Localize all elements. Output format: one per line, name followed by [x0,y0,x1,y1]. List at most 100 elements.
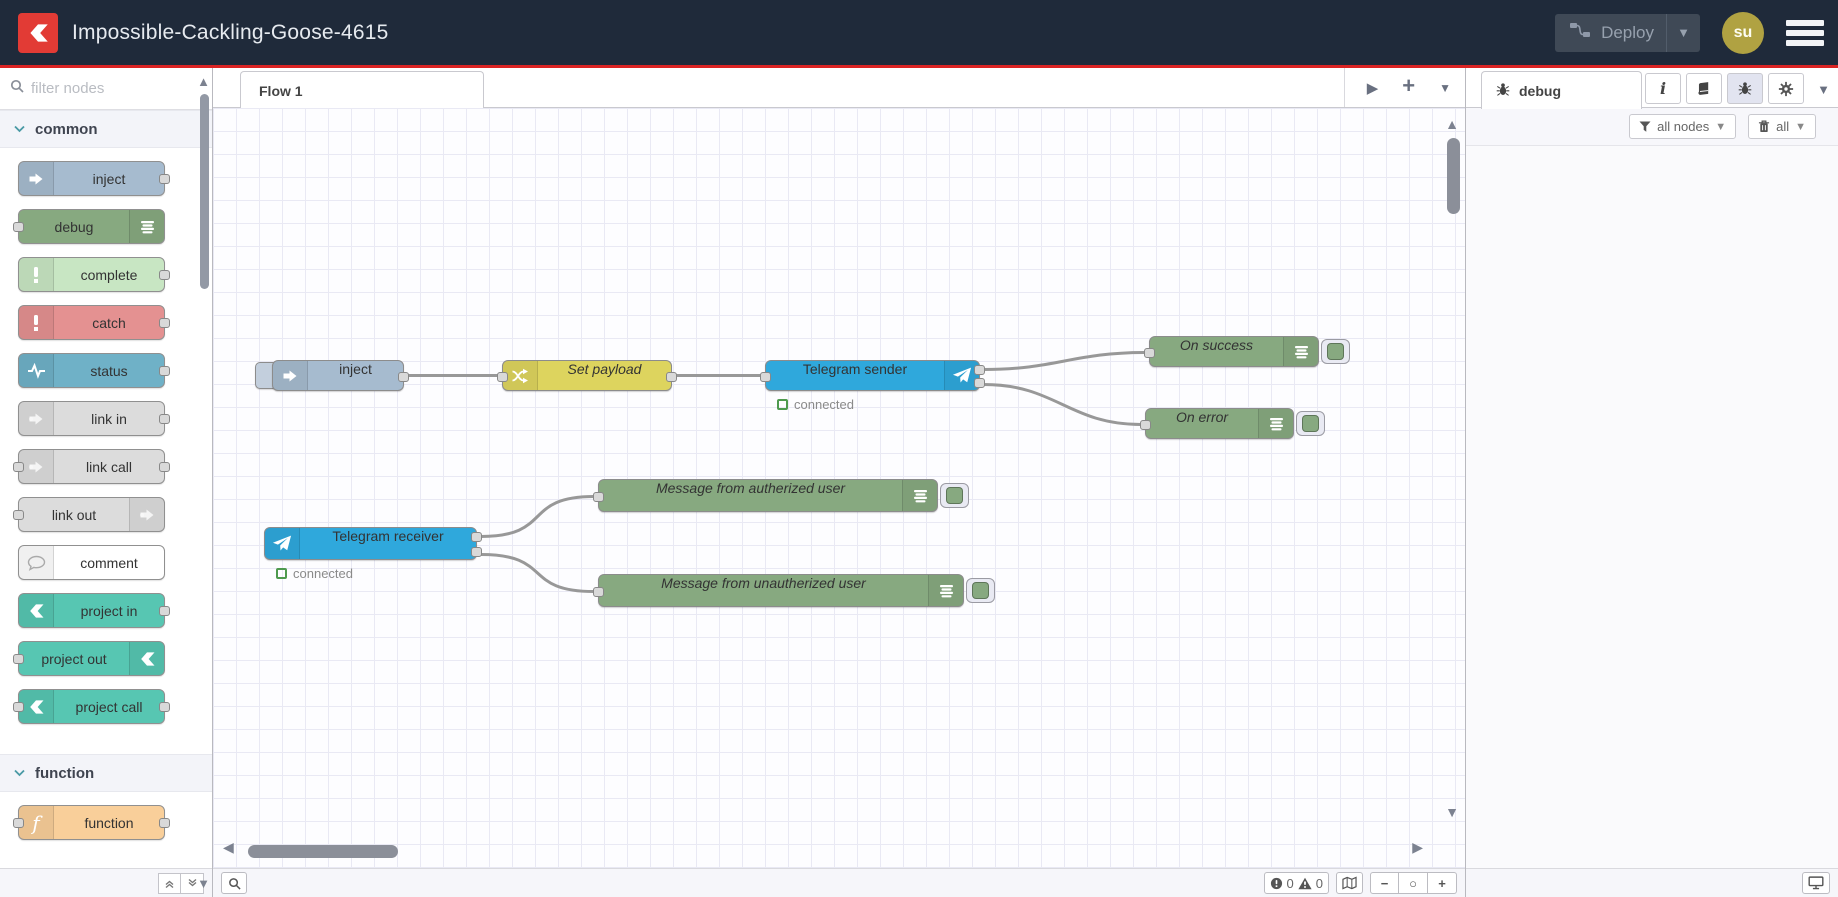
canvas-scroll-right-arrow[interactable]: ▶ [1412,839,1423,856]
flow-node-on-success[interactable]: On success [1144,336,1319,367]
debug-filter-button[interactable]: all nodes ▼ [1629,114,1737,139]
node-input-port[interactable] [497,371,508,382]
node-output-port[interactable] [159,366,170,376]
palette-node-project-out[interactable]: project out [13,641,165,676]
flow-node-label: On error [1175,409,1229,425]
debug-enable-toggle[interactable] [940,483,969,508]
node-output-port[interactable] [159,818,170,828]
flow-list-caret-button[interactable]: ▼ [1439,81,1451,95]
node-input-port[interactable] [760,371,771,382]
palette-node-label: link in [91,410,127,427]
flow-node-msg-unauth[interactable]: Message from unautherized user [593,574,964,607]
palette-scroll-up-arrow[interactable]: ▲ [197,74,210,89]
node-red-editor: Impossible-Cackling-Goose-4615 Deploy ▼ … [0,0,1838,897]
debug-sidebar-button[interactable] [1727,73,1763,104]
node-output-port[interactable] [159,270,170,280]
debug-clear-button[interactable]: all ▼ [1748,114,1816,139]
debug-enable-toggle[interactable] [1321,339,1350,364]
node-output-port[interactable] [159,462,170,472]
collapse-all-categories-button[interactable] [158,872,181,894]
flow-issues-badge[interactable]: 0 0 [1263,872,1329,894]
palette-node-complete[interactable]: complete [18,257,170,292]
canvas-scroll-up-arrow[interactable]: ▲ [1445,116,1459,132]
node-input-port[interactable] [593,491,604,502]
flow-node-on-error[interactable]: On error [1140,408,1294,439]
flow-wire[interactable] [479,553,596,593]
category-header-common[interactable]: common [0,110,212,148]
palette-node-function[interactable]: f function [13,805,170,840]
node-input-port[interactable] [13,702,24,712]
palette-node-project-call[interactable]: project call [13,689,170,724]
palette-node-label: link call [86,458,132,475]
user-avatar[interactable]: su [1722,11,1764,54]
node-output-port[interactable] [159,702,170,712]
node-output-port-1[interactable] [974,365,985,375]
search-icon [10,79,24,98]
node-output-port-2[interactable] [471,547,482,557]
debug-enable-toggle[interactable] [966,578,995,603]
flow-node-set-payload[interactable]: Set payload [497,360,677,391]
tab-debug[interactable]: debug [1481,71,1642,109]
node-input-port[interactable] [13,818,24,828]
plane-icon [265,528,300,559]
flow-node-msg-auth[interactable]: Message from autherized user [593,479,938,512]
open-debug-window-button[interactable] [1802,872,1830,894]
zoom-in-button[interactable]: + [1428,872,1457,894]
palette-scrollbar-thumb[interactable] [200,94,209,289]
node-input-port[interactable] [13,462,24,472]
palette-node-link-call[interactable]: link call [13,449,170,484]
palette-node-comment[interactable]: comment [18,545,165,580]
node-output-port[interactable] [159,174,170,184]
zoom-reset-button[interactable]: ○ [1399,872,1428,894]
navigator-toggle-button[interactable] [1336,872,1363,894]
config-gear-button[interactable] [1768,73,1804,104]
tab-scroll-right-button[interactable]: ▶ [1367,79,1379,97]
tab-flow-1[interactable]: Flow 1 [240,71,484,109]
palette-filter-input[interactable] [31,80,171,97]
flow-wire[interactable] [982,383,1143,426]
flow-node-telegram-sender[interactable]: Telegram sender [760,360,985,391]
node-input-port[interactable] [593,586,604,597]
flow-node-telegram-receiver[interactable]: Telegram receiver [264,527,482,560]
canvas-scroll-left-arrow[interactable]: ◀ [223,839,234,856]
node-output-port[interactable] [398,371,409,382]
info-sidebar-button[interactable]: i [1645,73,1681,104]
help-book-button[interactable] [1686,73,1722,104]
right-sidebar: debug i ▼ all nodes ▼ all ▼ [1465,68,1838,897]
node-input-port[interactable] [13,510,24,520]
flow-canvas[interactable]: ▲ ▼ ◀ ▶ inject Set payload Telegram sender… [213,108,1465,868]
palette-node-catch[interactable]: catch [18,305,170,340]
palette-scroll-down-arrow[interactable]: ▼ [197,876,210,891]
palette-node-status[interactable]: status [18,353,170,388]
canvas-scroll-down-arrow[interactable]: ▼ [1445,804,1459,820]
canvas-horizontal-scrollbar-thumb[interactable] [248,845,398,858]
palette-node-link-out[interactable]: link out [13,497,165,532]
flow-wire[interactable] [479,495,596,538]
deploy-button[interactable]: Deploy ▼ [1555,13,1700,52]
flow-wire[interactable] [982,351,1147,371]
node-output-port-1[interactable] [471,532,482,542]
node-output-port[interactable] [159,318,170,328]
node-output-port[interactable] [159,414,170,424]
add-flow-button[interactable]: + [1402,73,1415,99]
zoom-out-button[interactable]: − [1370,872,1399,894]
node-output-port[interactable] [666,371,677,382]
palette-node-debug[interactable]: debug [13,209,165,244]
palette-node-link-in[interactable]: link in [18,401,170,436]
node-input-port[interactable] [13,222,24,232]
flow-node-inject[interactable]: inject [272,360,409,391]
sidebar-tabs-caret-button[interactable]: ▼ [1817,82,1830,97]
node-output-port-2[interactable] [974,378,985,388]
main-menu-button[interactable] [1786,18,1824,48]
palette-node-inject[interactable]: inject [18,161,170,196]
canvas-vertical-scrollbar-thumb[interactable] [1447,138,1460,214]
node-input-port[interactable] [1140,419,1151,430]
canvas-search-button[interactable] [221,872,247,894]
palette-node-project-in[interactable]: project in [18,593,170,628]
node-output-port[interactable] [159,606,170,616]
node-input-port[interactable] [1144,347,1155,358]
node-input-port[interactable] [13,654,24,664]
debug-enable-toggle[interactable] [1296,411,1325,436]
category-header-function[interactable]: function [0,754,212,792]
deploy-options-caret[interactable]: ▼ [1666,13,1700,52]
